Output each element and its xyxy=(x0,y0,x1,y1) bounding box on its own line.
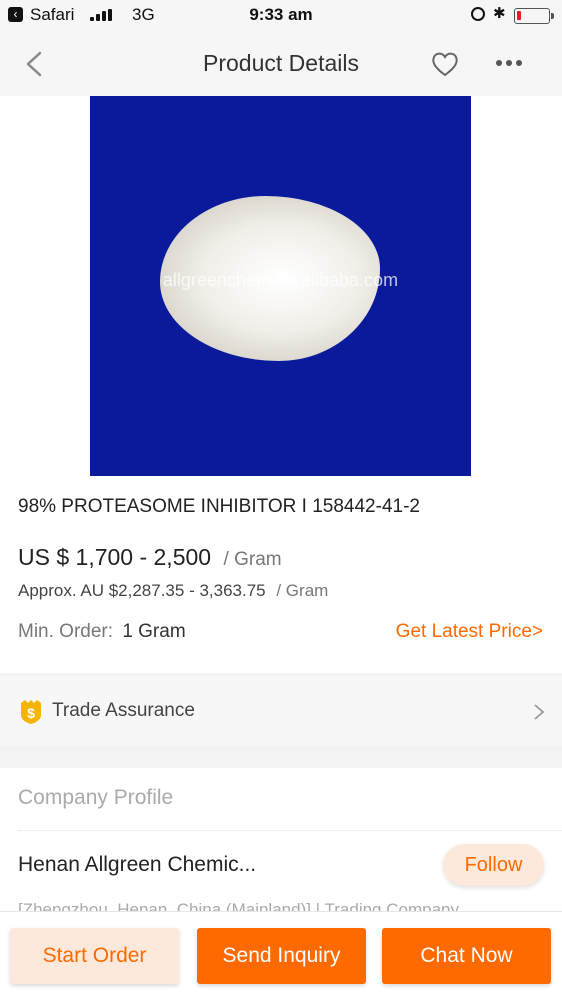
svg-text:$: $ xyxy=(27,705,35,721)
approx-price-unit: / Gram xyxy=(276,581,329,600)
min-order-row: Min. Order: 1 Gram xyxy=(18,621,186,643)
battery-icon xyxy=(514,8,554,24)
price-row: US $ 1,700 - 2,500 / Gram xyxy=(18,544,282,571)
trade-assurance-row[interactable]: $ Trade Assurance xyxy=(0,676,562,746)
product-title: 98% PROTEASOME INHIBITOR I 158442-41-2 xyxy=(18,496,420,517)
page-title: Product Details xyxy=(203,50,359,76)
company-profile-section: Company Profile Henan Allgreen Chemic...… xyxy=(0,768,562,919)
product-image[interactable]: allgreenchem.en.alibaba.com xyxy=(90,96,471,476)
status-bar: ‹ Safari 3G 9:33 am ✱ xyxy=(0,0,562,32)
start-order-button[interactable]: Start Order xyxy=(10,928,179,984)
bottom-action-bar: Start Order Send Inquiry Chat Now xyxy=(0,911,562,1000)
company-name[interactable]: Henan Allgreen Chemic... xyxy=(18,853,256,877)
more-options-icon[interactable] xyxy=(496,60,522,66)
get-latest-price-link[interactable]: Get Latest Price> xyxy=(396,621,543,643)
chat-now-button[interactable]: Chat Now xyxy=(382,928,551,984)
image-watermark: allgreenchem.en.alibaba.com xyxy=(162,270,399,290)
trade-assurance-label: Trade Assurance xyxy=(52,700,195,721)
follow-button[interactable]: Follow xyxy=(443,844,544,886)
approx-price-row: Approx. AU $2,287.35 - 3,363.75 / Gram xyxy=(18,581,328,601)
approx-price: Approx. AU $2,287.35 - 3,363.75 xyxy=(18,581,266,600)
divider xyxy=(18,830,562,831)
navigation-bar: Product Details xyxy=(0,32,562,96)
chevron-right-icon xyxy=(534,704,545,720)
favorite-heart-icon[interactable] xyxy=(430,50,460,78)
send-inquiry-button[interactable]: Send Inquiry xyxy=(197,928,366,984)
min-order-value: 1 Gram xyxy=(122,621,186,642)
min-order-label: Min. Order: xyxy=(18,621,114,642)
trade-assurance-shield-icon: $ xyxy=(21,700,41,724)
price-range: US $ 1,700 - 2,500 xyxy=(18,544,212,570)
alarm-icon xyxy=(471,7,485,21)
price-unit: / Gram xyxy=(223,549,282,570)
company-profile-heading: Company Profile xyxy=(18,786,174,809)
bluetooth-icon: ✱ xyxy=(493,5,506,22)
